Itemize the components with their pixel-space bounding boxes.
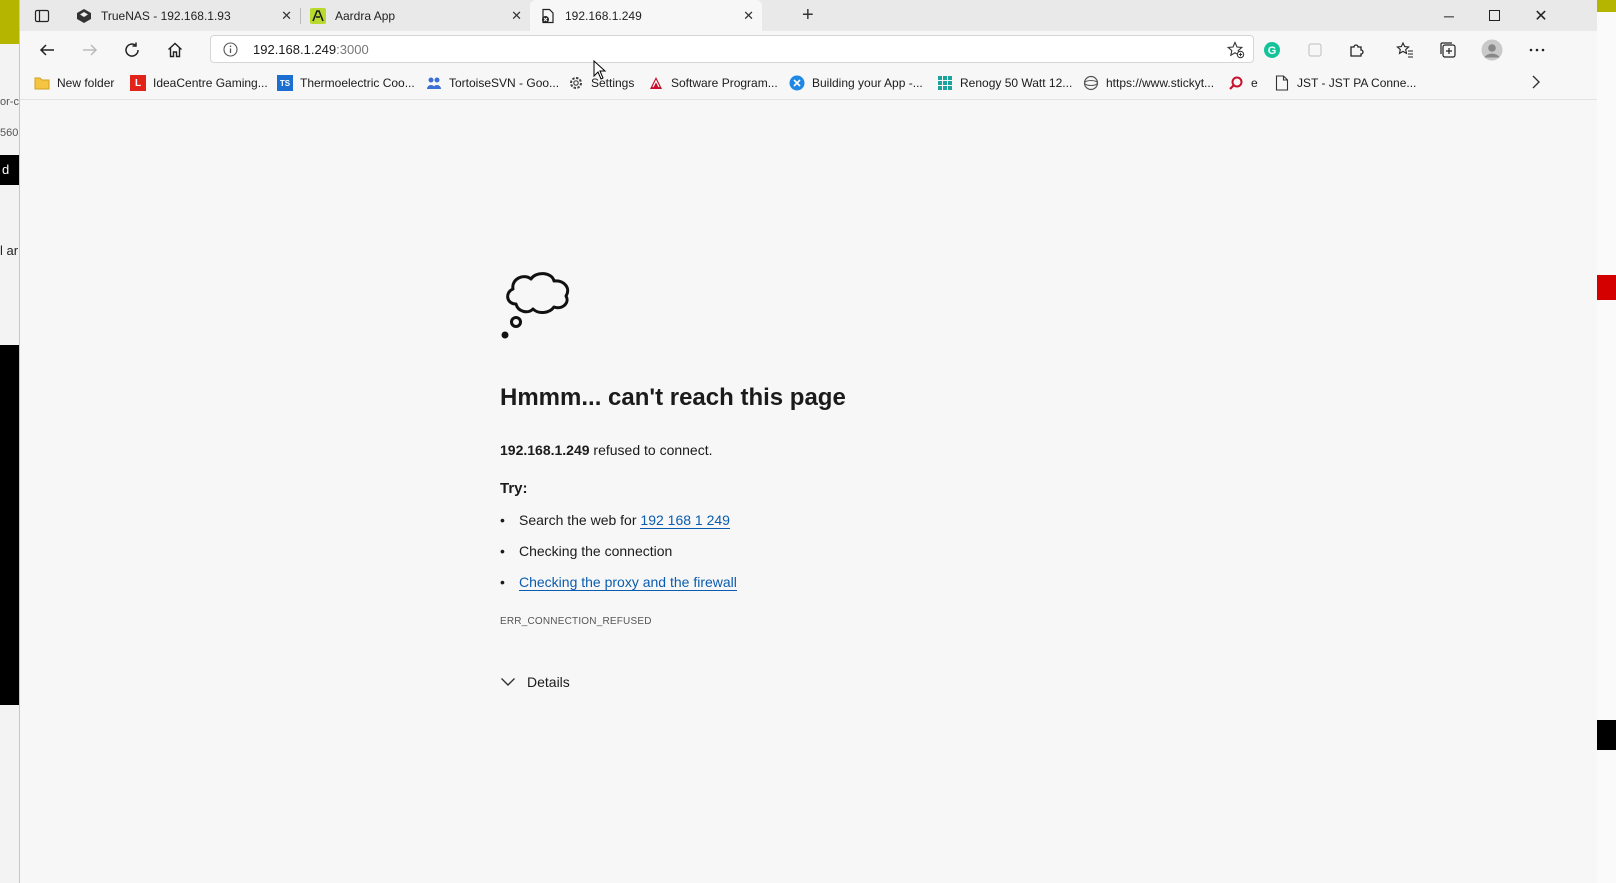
try-label: Try: bbox=[500, 480, 528, 497]
grid-icon bbox=[937, 75, 953, 91]
background-window-right bbox=[1596, 0, 1616, 883]
bookmark-jst[interactable]: JST - JST PA Conne... bbox=[1274, 75, 1416, 91]
more-options-icon[interactable] bbox=[1521, 34, 1553, 66]
ts-icon: TS bbox=[277, 75, 293, 91]
background-text: d bbox=[0, 155, 19, 185]
close-icon[interactable]: ✕ bbox=[743, 8, 754, 24]
bookmark-ideacentre[interactable]: L IdeaCentre Gaming... bbox=[130, 75, 268, 91]
truenas-icon bbox=[76, 8, 92, 24]
search-web-link[interactable]: 192 168 1 249 bbox=[640, 512, 730, 529]
bookmark-label: New folder bbox=[57, 76, 115, 90]
bookmark-label: e bbox=[1251, 76, 1258, 90]
bookmark-e[interactable]: e bbox=[1228, 75, 1258, 91]
search-icon bbox=[1228, 75, 1244, 91]
tab-actions-icon[interactable] bbox=[26, 0, 58, 32]
url-port: :3000 bbox=[336, 42, 369, 57]
tab-active-error[interactable]: 192.168.1.249 ✕ bbox=[530, 0, 762, 31]
suggestion-proxy: • Checking the proxy and the firewall bbox=[500, 574, 737, 591]
people-icon bbox=[426, 75, 442, 91]
close-icon[interactable]: ✕ bbox=[281, 8, 292, 24]
error-title: Hmmm... can't reach this page bbox=[500, 384, 846, 411]
suggestion-connection: • Checking the connection bbox=[500, 543, 673, 559]
proxy-firewall-link[interactable]: Checking the proxy and the firewall bbox=[519, 574, 737, 591]
forward-icon[interactable] bbox=[74, 34, 106, 66]
error-refused-text: refused to connect. bbox=[589, 442, 713, 458]
address-bar[interactable]: 192.168.1.249:3000 bbox=[210, 35, 1254, 63]
new-tab-button[interactable]: + bbox=[802, 4, 814, 27]
title-bar: TrueNAS - 192.168.1.93 ✕ Aardra App ✕ 19… bbox=[20, 0, 1597, 31]
tab-title: TrueNAS - 192.168.1.93 bbox=[101, 8, 231, 23]
extensions-icon[interactable] bbox=[1341, 34, 1373, 66]
collections-icon[interactable] bbox=[1432, 34, 1464, 66]
bookmark-label: Renogy 50 Watt 12... bbox=[960, 76, 1073, 90]
aardra-icon bbox=[310, 7, 326, 24]
bookmarks-overflow-chevron-icon[interactable] bbox=[1530, 75, 1542, 89]
bookmark-label: Thermoelectric Coo... bbox=[300, 76, 415, 90]
close-window-icon[interactable]: ✕ bbox=[1518, 0, 1564, 31]
error-host: 192.168.1.249 bbox=[500, 442, 590, 458]
tab-title: Aardra App bbox=[335, 8, 396, 23]
favorites-icon[interactable] bbox=[1389, 34, 1421, 66]
profile-avatar[interactable] bbox=[1476, 34, 1508, 66]
mouse-cursor-icon bbox=[593, 59, 607, 85]
background-window-left: or-c 560 d l ar bbox=[0, 0, 19, 883]
doc-icon bbox=[1274, 75, 1290, 91]
bookmark-label: IdeaCentre Gaming... bbox=[153, 76, 268, 90]
bookmark-software-program[interactable]: Software Program... bbox=[648, 75, 778, 91]
gear-icon bbox=[568, 75, 584, 91]
bookmark-stickytape[interactable]: https://www.stickyt... bbox=[1083, 75, 1214, 91]
page-content: Hmmm... can't reach this page 192.168.1.… bbox=[20, 100, 1597, 883]
error-message: 192.168.1.249 refused to connect. bbox=[500, 442, 713, 458]
background-text: l ar bbox=[0, 243, 19, 258]
tab-aardra[interactable]: Aardra App ✕ bbox=[300, 0, 531, 31]
chevron-down-icon bbox=[500, 677, 516, 687]
thought-cloud-icon bbox=[500, 268, 574, 347]
bookmark-building-app[interactable]: Building your App -... bbox=[789, 75, 923, 91]
bookmark-label: JST - JST PA Conne... bbox=[1297, 76, 1417, 90]
bookmark-renogy[interactable]: Renogy 50 Watt 12... bbox=[937, 75, 1072, 91]
url-text[interactable]: 192.168.1.249:3000 bbox=[253, 42, 369, 57]
bookmark-label: https://www.stickyt... bbox=[1106, 76, 1215, 90]
app-icon bbox=[789, 75, 805, 91]
minimize-icon[interactable]: ─ bbox=[1426, 0, 1472, 31]
bookmark-thermoelectric[interactable]: TS Thermoelectric Coo... bbox=[277, 75, 415, 91]
background-text: 560 bbox=[0, 127, 19, 139]
extension-disabled-icon[interactable] bbox=[1299, 34, 1331, 66]
suggestion-text: Checking the connection bbox=[519, 543, 673, 559]
tab-title: 192.168.1.249 bbox=[565, 8, 642, 23]
navigation-bar: 192.168.1.249:3000 G bbox=[20, 31, 1597, 69]
bookmark-label: Building your App -... bbox=[812, 76, 923, 90]
suggestion-search: • Search the web for 192 168 1 249 bbox=[500, 512, 730, 529]
grammarly-icon[interactable]: G bbox=[1256, 34, 1288, 66]
details-toggle[interactable]: Details bbox=[500, 674, 570, 690]
bookmarks-bar: New folder L IdeaCentre Gaming... TS Therm… bbox=[20, 69, 1597, 100]
maximize-icon[interactable] bbox=[1472, 0, 1518, 31]
home-icon[interactable] bbox=[159, 34, 191, 66]
bookmark-label: Software Program... bbox=[671, 76, 778, 90]
svg-text:G: G bbox=[1268, 45, 1277, 57]
details-label: Details bbox=[527, 674, 570, 690]
browser-window: TrueNAS - 192.168.1.93 ✕ Aardra App ✕ 19… bbox=[19, 0, 1597, 883]
folder-icon bbox=[34, 75, 50, 91]
background-text: or-c bbox=[0, 96, 19, 108]
bookmark-label: TortoiseSVN - Goo... bbox=[449, 76, 560, 90]
back-icon[interactable] bbox=[31, 34, 63, 66]
tab-truenas[interactable]: TrueNAS - 192.168.1.93 ✕ bbox=[62, 0, 301, 31]
error-code: ERR_CONNECTION_REFUSED bbox=[500, 616, 652, 627]
url-host: 192.168.1.249 bbox=[253, 42, 337, 57]
add-favorite-icon[interactable] bbox=[1226, 41, 1245, 62]
close-icon[interactable]: ✕ bbox=[511, 8, 522, 24]
microchip-icon bbox=[648, 75, 664, 91]
page-error-icon bbox=[540, 8, 556, 24]
suggestion-text: Search the web for bbox=[519, 512, 637, 528]
bookmark-tortoisesvn[interactable]: TortoiseSVN - Goo... bbox=[426, 75, 559, 91]
bookmark-new-folder[interactable]: New folder bbox=[34, 75, 114, 91]
globe-icon bbox=[1083, 75, 1099, 91]
refresh-icon[interactable] bbox=[116, 34, 148, 66]
info-icon[interactable] bbox=[223, 42, 238, 60]
lenovo-icon: L bbox=[130, 75, 146, 91]
